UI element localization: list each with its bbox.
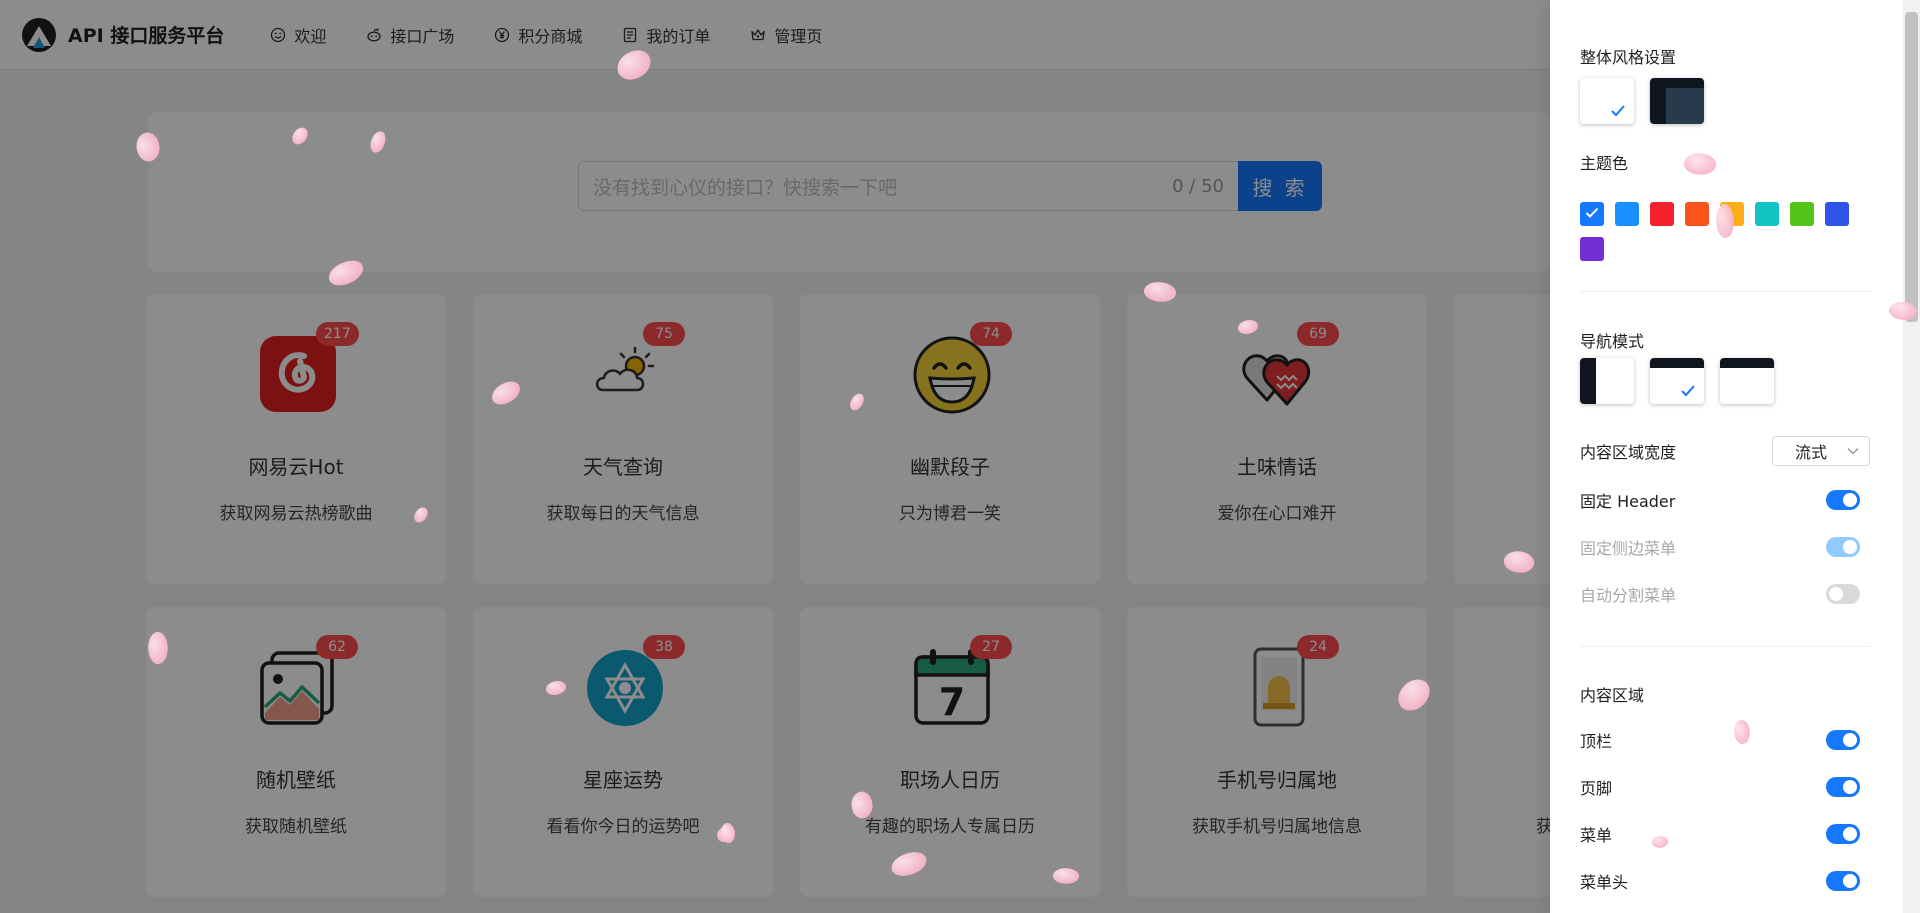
theme-color-swatch[interactable] — [1580, 237, 1604, 261]
footer-row: 页脚 — [1580, 773, 1870, 801]
fixed-header-switch[interactable] — [1826, 490, 1860, 510]
menu-row: 菜单 — [1580, 820, 1870, 848]
check-icon — [1611, 105, 1625, 117]
theme-color-swatch[interactable] — [1615, 202, 1639, 226]
footer-label: 页脚 — [1580, 779, 1613, 798]
drawer-mask[interactable] — [0, 0, 1550, 913]
theme-color-swatch[interactable] — [1685, 202, 1709, 226]
nav-mode-title: 导航模式 — [1580, 332, 1645, 351]
light-style-option[interactable] — [1580, 78, 1634, 124]
fixed-sider-switch[interactable] — [1826, 537, 1860, 557]
select-value: 流式 — [1795, 443, 1828, 462]
theme-color-swatch[interactable] — [1580, 202, 1604, 226]
menu-label: 菜单 — [1580, 826, 1613, 845]
theme-color-title: 主题色 — [1580, 154, 1629, 173]
theme-color-swatch[interactable] — [1755, 202, 1779, 226]
fixed-header-label: 固定 Header — [1580, 492, 1676, 511]
split-menus-switch[interactable] — [1826, 584, 1860, 604]
dark-style-option[interactable] — [1650, 78, 1704, 124]
divider — [1580, 291, 1870, 292]
split-menus-row: 自动分割菜单 — [1580, 580, 1870, 608]
check-icon — [1585, 207, 1599, 218]
settings-drawer: 整体风格设置 主题色 导航模式 内容区域宽度 流式 固定 Header 固定侧边… — [1550, 0, 1920, 913]
top-bar-row: 顶栏 — [1580, 726, 1870, 754]
split-menus-label: 自动分割菜单 — [1580, 586, 1677, 605]
fixed-sider-row: 固定侧边菜单 — [1580, 533, 1870, 561]
nav-mode-side-option[interactable] — [1580, 358, 1634, 404]
fixed-sider-label: 固定侧边菜单 — [1580, 539, 1677, 558]
scrollbar-thumb[interactable] — [1905, 12, 1918, 322]
menu-switch[interactable] — [1826, 824, 1860, 844]
content-width-row: 内容区域宽度 流式 — [1580, 436, 1870, 466]
page-style-title: 整体风格设置 — [1580, 48, 1677, 67]
content-area-title: 内容区域 — [1580, 686, 1645, 705]
theme-color-swatch[interactable] — [1790, 202, 1814, 226]
drawer-scrollbar[interactable] — [1903, 0, 1920, 913]
menu-header-switch[interactable] — [1826, 871, 1860, 891]
menu-header-row: 菜单头 — [1580, 867, 1870, 895]
content-width-select[interactable]: 流式 — [1772, 436, 1870, 466]
top-bar-label: 顶栏 — [1580, 732, 1613, 751]
footer-switch[interactable] — [1826, 777, 1860, 797]
divider — [1580, 646, 1870, 647]
menu-header-label: 菜单头 — [1580, 873, 1629, 892]
chevron-down-icon — [1847, 448, 1859, 455]
fixed-header-row: 固定 Header — [1580, 486, 1870, 514]
theme-color-swatch[interactable] — [1825, 202, 1849, 226]
top-bar-switch[interactable] — [1826, 730, 1860, 750]
theme-color-swatch[interactable] — [1650, 202, 1674, 226]
check-icon — [1681, 385, 1695, 397]
nav-mode-mix-option[interactable] — [1720, 358, 1774, 404]
nav-mode-top-option[interactable] — [1650, 358, 1704, 404]
content-width-label: 内容区域宽度 — [1580, 443, 1677, 462]
